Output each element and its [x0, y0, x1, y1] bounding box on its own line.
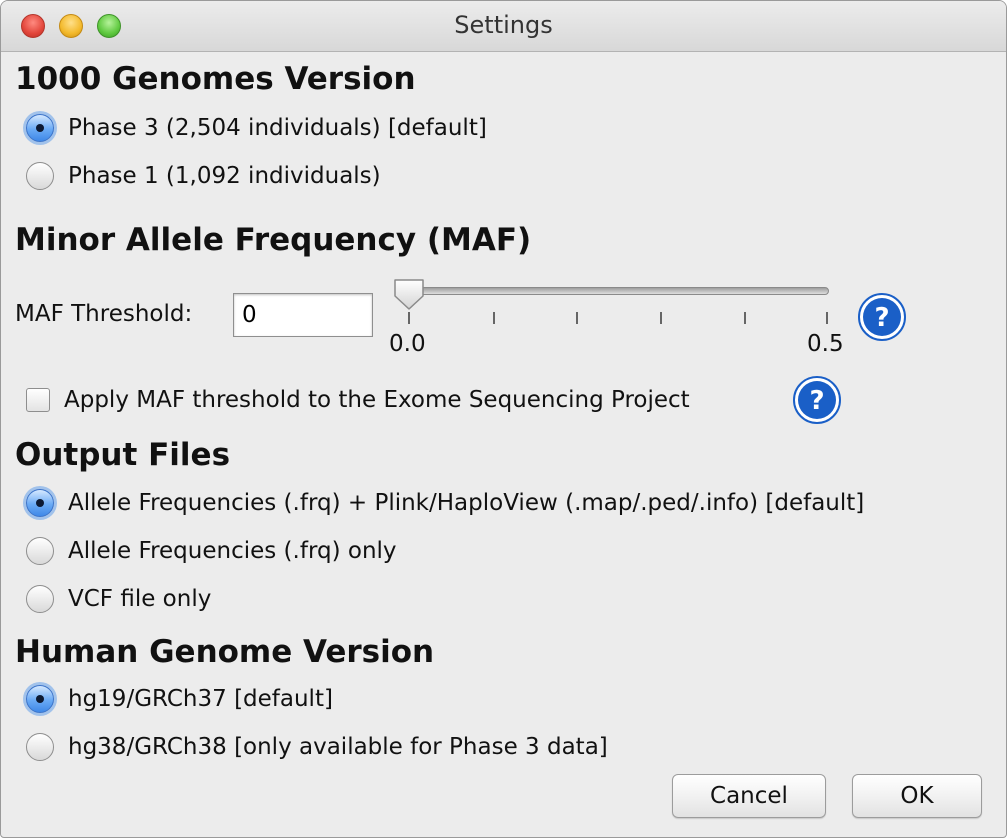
slider-max-label: 0.5: [807, 331, 844, 357]
radio-button[interactable]: [26, 685, 54, 713]
slider-thumb[interactable]: [392, 278, 426, 312]
cancel-button[interactable]: Cancel: [672, 774, 826, 818]
checkbox[interactable]: [26, 388, 50, 412]
radio-hg38[interactable]: hg38/GRCh38 [only available for Phase 3 …: [26, 730, 608, 764]
radio-button[interactable]: [26, 537, 54, 565]
slider-tick: [744, 312, 746, 324]
slider-track[interactable]: [399, 287, 829, 295]
settings-window: Settings 1000 Genomes Version Phase 3 (2…: [0, 0, 1007, 838]
radio-label: hg38/GRCh38 [only available for Phase 3 …: [68, 734, 608, 760]
radio-hg19[interactable]: hg19/GRCh37 [default]: [26, 682, 333, 716]
genomes-version-heading: 1000 Genomes Version: [15, 61, 416, 97]
radio-label: Allele Frequencies (.frq) + Plink/HaploV…: [68, 490, 865, 516]
output-files-heading: Output Files: [15, 437, 231, 473]
maf-threshold-input[interactable]: [233, 293, 373, 337]
radio-button[interactable]: [26, 585, 54, 613]
radio-output-frq-plink[interactable]: Allele Frequencies (.frq) + Plink/HaploV…: [26, 486, 864, 520]
radio-label: Allele Frequencies (.frq) only: [68, 538, 397, 564]
slider-tick: [493, 312, 495, 324]
slider-tick: [408, 312, 410, 324]
title-bar[interactable]: Settings: [1, 1, 1006, 52]
slider-tick: [826, 312, 828, 324]
radio-output-frq-only[interactable]: Allele Frequencies (.frq) only: [26, 534, 397, 568]
maf-heading: Minor Allele Frequency (MAF): [15, 222, 532, 258]
checkbox-apply-maf-esp[interactable]: Apply MAF threshold to the Exome Sequenc…: [26, 383, 690, 417]
slider-tick: [576, 312, 578, 324]
slider-min-label: 0.0: [389, 331, 426, 357]
window-title: Settings: [454, 11, 553, 39]
maf-slider[interactable]: 0.0 0.5: [389, 277, 844, 367]
radio-phase-1[interactable]: Phase 1 (1,092 individuals): [26, 159, 381, 193]
radio-button[interactable]: [26, 489, 54, 517]
radio-button[interactable]: [26, 733, 54, 761]
help-icon[interactable]: ?: [857, 292, 907, 342]
human-genome-heading: Human Genome Version: [15, 634, 435, 670]
radio-button[interactable]: [26, 114, 54, 142]
help-icon[interactable]: ?: [792, 375, 842, 425]
svg-text:?: ?: [809, 386, 824, 416]
radio-label: Phase 3 (2,504 individuals) [default]: [68, 115, 487, 141]
maf-threshold-label: MAF Threshold:: [15, 301, 193, 327]
ok-button[interactable]: OK: [852, 774, 982, 818]
radio-button[interactable]: [26, 162, 54, 190]
radio-label: VCF file only: [68, 586, 212, 612]
radio-phase-3[interactable]: Phase 3 (2,504 individuals) [default]: [26, 111, 487, 145]
radio-label: hg19/GRCh37 [default]: [68, 686, 333, 712]
radio-label: Phase 1 (1,092 individuals): [68, 163, 381, 189]
slider-tick: [660, 312, 662, 324]
radio-output-vcf-only[interactable]: VCF file only: [26, 582, 211, 616]
svg-text:?: ?: [874, 303, 889, 333]
checkbox-label: Apply MAF threshold to the Exome Sequenc…: [64, 387, 690, 413]
